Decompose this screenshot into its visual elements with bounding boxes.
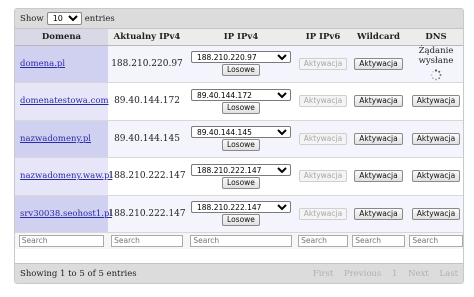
domain-link[interactable]: nazwadomeny.waw.pl	[20, 171, 112, 181]
ipv4-cell: 188.210.220.97 Losowe	[186, 45, 296, 83]
random-ip-button[interactable]: Losowe	[222, 101, 260, 114]
table-row: nazwadomeny.pl 89.40.144.145 89.40.144.1…	[15, 120, 463, 158]
pagination-previous[interactable]: Previous	[344, 269, 381, 279]
ipv4-select[interactable]: 89.40.144.145	[191, 126, 291, 139]
ipv4-cell: 188.210.222.147 Losowe	[186, 157, 296, 196]
domain-link[interactable]: srv30038.seohost1.pl	[20, 209, 112, 219]
ipv6-cell: Aktywacja	[296, 157, 350, 196]
dns-activate-button[interactable]: Aktywacja	[411, 132, 461, 145]
domain-link[interactable]: domena.pl	[20, 59, 65, 69]
ipv4-select[interactable]: 188.210.222.147	[191, 201, 291, 214]
search-cell	[108, 232, 186, 249]
table-info: Showing 1 to 5 of 5 entries	[20, 268, 137, 279]
length-menu: Show 10 entries	[15, 9, 463, 29]
domains-table: Domena Aktualny IPv4 IP IPv4 IP IPv6 Wil…	[15, 29, 463, 249]
column-header-ip-ipv4[interactable]: IP IPv4	[186, 29, 296, 46]
random-ip-button[interactable]: Losowe	[222, 139, 260, 152]
search-input-ip-ipv4[interactable]	[190, 234, 292, 247]
search-cell	[350, 232, 407, 249]
domain-cell: nazwadomeny.pl	[15, 120, 108, 158]
dns-activate-button[interactable]: Aktywacja	[411, 170, 461, 183]
ipv4-select[interactable]: 188.210.222.147	[191, 163, 291, 176]
random-ip-button[interactable]: Losowe	[222, 176, 260, 189]
table-row: srv30038.seohost1.pl 188.210.222.147 188…	[15, 195, 463, 233]
domains-table-wrapper: Show 10 entries Domena Aktualny IPv4 IP …	[14, 8, 464, 284]
pagination: First Previous 1 Next Last	[305, 269, 458, 279]
ipv6-activate-button: Aktywacja	[298, 170, 348, 183]
ipv6-activate-button: Aktywacja	[298, 207, 348, 220]
domain-cell: domena.pl	[15, 45, 108, 83]
search-input-dns[interactable]	[409, 234, 463, 247]
wildcard-cell: Aktywacja	[350, 45, 407, 83]
page-length-select[interactable]: 10	[46, 12, 82, 25]
search-input-wildcard[interactable]	[352, 234, 405, 247]
wildcard-cell: Aktywacja	[350, 157, 407, 196]
column-header-aktualny-ipv4[interactable]: Aktualny IPv4	[108, 29, 186, 46]
pagination-last[interactable]: Last	[440, 269, 459, 279]
wildcard-activate-button[interactable]: Aktywacja	[354, 132, 403, 145]
column-search-row	[15, 232, 463, 249]
search-cell	[186, 232, 296, 249]
dns-activate-button[interactable]: Aktywacja	[411, 95, 461, 108]
domain-link[interactable]: nazwadomeny.pl	[20, 134, 91, 144]
ipv4-cell: 89.40.144.172 Losowe	[186, 82, 296, 121]
table-row: domenatestowa.com 89.40.144.172 89.40.14…	[15, 82, 463, 121]
domain-link[interactable]: domenatestowa.com	[20, 96, 109, 106]
ipv4-cell: 89.40.144.145 Losowe	[186, 120, 296, 158]
pagination-first[interactable]: First	[313, 269, 333, 279]
random-ip-button[interactable]: Losowe	[222, 64, 260, 77]
current-ipv4: 188.210.222.147	[108, 157, 186, 196]
random-ip-button[interactable]: Losowe	[222, 214, 260, 227]
ipv4-select[interactable]: 89.40.144.172	[191, 88, 291, 101]
wildcard-activate-button[interactable]: Aktywacja	[354, 57, 403, 70]
ipv6-activate-button: Aktywacja	[298, 57, 348, 70]
wildcard-cell: Aktywacja	[350, 82, 407, 121]
dns-cell: Aktywacja	[407, 120, 463, 158]
ipv6-activate-button: Aktywacja	[298, 132, 348, 145]
domain-cell: srv30038.seohost1.pl	[15, 195, 112, 233]
ipv4-cell: 188.210.222.147 Losowe	[186, 195, 296, 233]
ipv6-cell: Aktywacja	[296, 82, 350, 121]
pagination-next[interactable]: Next	[408, 269, 429, 279]
wildcard-activate-button[interactable]: Aktywacja	[354, 95, 403, 108]
dns-cell: Aktywacja	[407, 195, 463, 233]
ipv6-cell: Aktywacja	[296, 120, 350, 158]
column-header-ip-ipv6[interactable]: IP IPv6	[296, 29, 350, 46]
ipv4-select[interactable]: 188.210.220.97	[191, 51, 291, 64]
search-input-domena[interactable]	[18, 234, 105, 247]
current-ipv4: 188.210.220.97	[108, 45, 186, 83]
length-menu-prefix: Show	[20, 13, 44, 24]
current-ipv4: 89.40.144.145	[108, 120, 186, 158]
current-ipv4: 89.40.144.172	[108, 82, 186, 121]
column-header-dns[interactable]: DNS	[407, 29, 463, 46]
search-cell	[15, 232, 108, 249]
wildcard-cell: Aktywacja	[350, 120, 407, 158]
current-ipv4: 188.210.222.147	[108, 195, 186, 233]
dns-cell: Aktywacja	[407, 82, 463, 121]
search-cell	[296, 232, 350, 249]
column-header-domena[interactable]: Domena	[15, 29, 108, 46]
wildcard-activate-button[interactable]: Aktywacja	[354, 207, 403, 220]
table-row: nazwadomeny.waw.pl 188.210.222.147 188.2…	[15, 157, 463, 196]
domain-cell: nazwadomeny.waw.pl	[15, 157, 112, 196]
length-menu-suffix: entries	[84, 13, 115, 24]
dns-activate-button[interactable]: Aktywacja	[411, 207, 461, 220]
dns-cell: Aktywacja	[407, 157, 463, 196]
search-cell	[407, 232, 463, 249]
ipv6-activate-button: Aktywacja	[298, 95, 348, 108]
search-input-aktualny-ipv4[interactable]	[111, 234, 183, 247]
domain-cell: domenatestowa.com	[15, 82, 109, 121]
wildcard-cell: Aktywacja	[350, 195, 407, 233]
dns-request-status: Żądanie wysłane	[418, 46, 454, 67]
dns-cell: Żądanie wysłane	[407, 45, 463, 83]
table-footer: Showing 1 to 5 of 5 entries First Previo…	[15, 263, 463, 283]
ipv6-cell: Aktywacja	[296, 45, 350, 83]
table-row: domena.pl 188.210.220.97 188.210.220.97 …	[15, 45, 463, 83]
pagination-page[interactable]: 1	[392, 269, 397, 279]
search-input-ip-ipv6[interactable]	[298, 234, 348, 247]
wildcard-activate-button[interactable]: Aktywacja	[354, 170, 403, 183]
column-header-wildcard[interactable]: Wildcard	[350, 29, 407, 46]
loading-spinner-icon	[430, 69, 442, 81]
ipv6-cell: Aktywacja	[296, 195, 350, 233]
